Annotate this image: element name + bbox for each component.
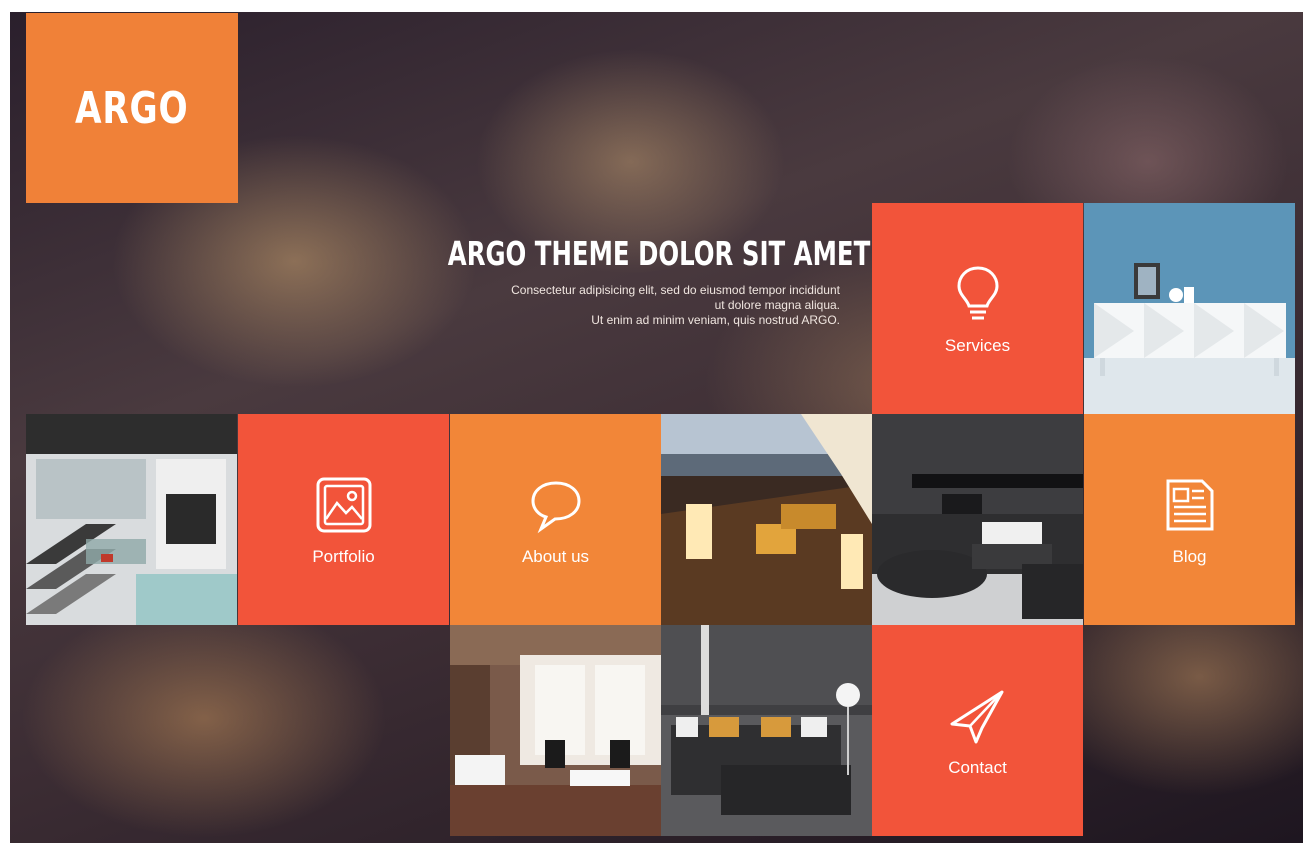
portfolio-label: Portfolio — [312, 546, 375, 566]
interior-photo-blue-room — [1084, 203, 1295, 414]
hero-text-line-1: Consectetur adipisicing elit, sed do eiu… — [511, 283, 840, 297]
blog-label: Blog — [1172, 546, 1207, 566]
speech-bubble-icon — [530, 480, 581, 533]
logo-text: ARGO — [75, 82, 189, 134]
services-label: Services — [944, 335, 1011, 355]
hero-text: Consectetur adipisicing elit, sed do eiu… — [310, 283, 840, 328]
hero: ARGO THEME DOLOR SIT AMET TELASDE Consec… — [310, 234, 1002, 328]
portfolio-tile[interactable]: Portfolio — [238, 414, 449, 625]
logo[interactable]: ARGO — [26, 13, 238, 203]
about-us-tile[interactable]: About us — [450, 414, 661, 625]
interior-photo-sofa — [661, 625, 872, 836]
paper-plane-icon — [950, 690, 1003, 743]
hero-title: ARGO THEME DOLOR SIT AMET TELASDE — [447, 234, 1002, 273]
blog-tile[interactable]: Blog — [1084, 414, 1295, 625]
contact-label: Contact — [948, 757, 1007, 777]
page-background: ARGO ARGO THEME DOLOR SIT AMET TELASDE C… — [10, 12, 1303, 843]
interior-photo-staircase — [26, 414, 237, 625]
picture-icon — [316, 477, 371, 532]
services-tile[interactable]: Services — [872, 203, 1083, 414]
about-us-label: About us — [521, 546, 590, 566]
hero-text-line-2: ut dolore magna aliqua. — [714, 298, 840, 312]
contact-tile[interactable]: Contact — [872, 625, 1083, 836]
interior-photo-dark-lounge — [872, 414, 1083, 625]
interior-photo-living-room — [450, 625, 661, 836]
interior-photo-terrace — [661, 414, 872, 625]
hero-text-line-3: Ut enim ad minim veniam, quis nostrud AR… — [591, 313, 840, 327]
lightbulb-icon — [956, 265, 999, 319]
newspaper-icon — [1166, 479, 1213, 530]
